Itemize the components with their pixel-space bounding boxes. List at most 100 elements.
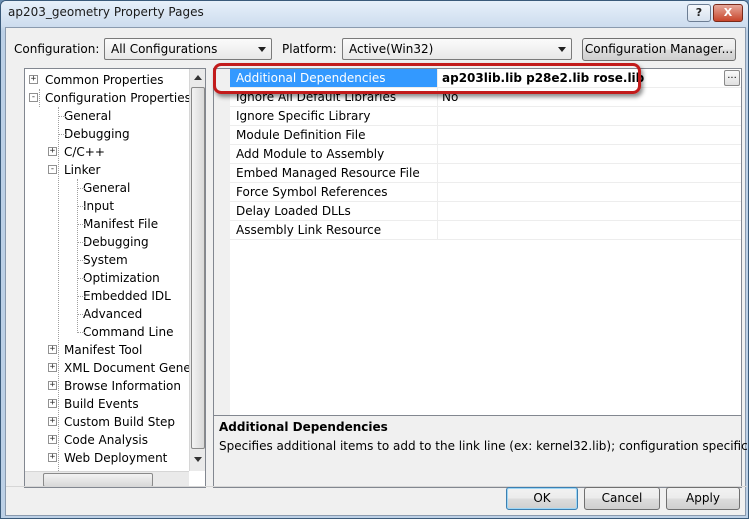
tree-item-label: General bbox=[64, 109, 112, 123]
tree-item-label: Command Line bbox=[83, 325, 174, 339]
tree-item[interactable]: Manifest Tool bbox=[64, 341, 142, 359]
tree-item[interactable]: General bbox=[64, 107, 111, 125]
platform-value: Active(Win32) bbox=[349, 42, 434, 56]
expand-icon[interactable]: + bbox=[48, 399, 57, 408]
tree-guide-line bbox=[77, 179, 78, 331]
tree-item[interactable]: Debugging bbox=[64, 125, 130, 143]
property-name: Embed Managed Resource File bbox=[230, 164, 438, 182]
collapse-icon[interactable]: - bbox=[48, 165, 57, 174]
tree-item[interactable]: Advanced bbox=[83, 305, 142, 323]
help-button[interactable]: ? bbox=[687, 4, 711, 22]
configuration-manager-button[interactable]: Configuration Manager... bbox=[582, 38, 736, 61]
configuration-label: Configuration: bbox=[14, 42, 100, 56]
property-name: Assembly Link Resource bbox=[230, 221, 438, 239]
expand-icon[interactable]: + bbox=[48, 435, 57, 444]
description-text: Specifies additional items to add to the… bbox=[219, 439, 749, 453]
tree-item[interactable]: Web Deployment bbox=[64, 449, 167, 467]
tree-item-label: Common Properties bbox=[45, 73, 164, 87]
tree-guide-line bbox=[77, 314, 85, 315]
cancel-button[interactable]: Cancel bbox=[584, 487, 660, 510]
tree-item[interactable]: Optimization bbox=[83, 269, 160, 287]
tree-guide-line bbox=[77, 206, 85, 207]
tree-item[interactable]: Manifest File bbox=[83, 215, 158, 233]
expand-icon[interactable]: + bbox=[48, 417, 57, 426]
configuration-value: All Configurations bbox=[111, 42, 218, 56]
tree-item[interactable]: XML Document Genera bbox=[64, 359, 203, 377]
tree-guide-line bbox=[77, 278, 85, 279]
platform-label: Platform: bbox=[282, 42, 337, 56]
tree-item[interactable]: Debugging bbox=[83, 233, 149, 251]
tree-item[interactable]: Browse Information bbox=[64, 377, 181, 395]
expand-icon[interactable]: + bbox=[48, 381, 57, 390]
title-bar[interactable]: ap203_geometry Property Pages ? X bbox=[1, 1, 748, 27]
tree-item[interactable]: Command Line bbox=[83, 323, 174, 341]
property-row[interactable]: Add Module to Assembly bbox=[230, 145, 741, 164]
tree-item[interactable]: Configuration Properties bbox=[45, 89, 191, 107]
tree-item-label: Manifest Tool bbox=[64, 343, 143, 357]
scroll-thumb[interactable] bbox=[43, 473, 153, 487]
edit-ellipsis-button[interactable]: ... bbox=[724, 70, 740, 86]
close-button[interactable]: X bbox=[713, 4, 743, 22]
tree-guide-line bbox=[77, 332, 85, 333]
property-name: Ignore Specific Library bbox=[230, 107, 438, 125]
tree-item-label: System bbox=[83, 253, 128, 267]
property-row[interactable]: Ignore Specific Library bbox=[230, 107, 741, 126]
tree-item[interactable]: Common Properties bbox=[45, 71, 164, 89]
apply-button[interactable]: Apply bbox=[666, 487, 740, 510]
tree-item[interactable]: C/C++ bbox=[64, 143, 105, 161]
configuration-dropdown[interactable]: All Configurations bbox=[104, 38, 272, 60]
property-row[interactable]: Module Definition File bbox=[230, 126, 741, 145]
scroll-up-icon[interactable] bbox=[194, 75, 202, 80]
property-row[interactable]: Force Symbol References bbox=[230, 183, 741, 202]
property-row[interactable]: Assembly Link Resource bbox=[230, 221, 741, 240]
property-pages-window: ap203_geometry Property Pages ? X Config… bbox=[0, 0, 749, 519]
property-name: Module Definition File bbox=[230, 126, 438, 144]
tree-vertical-scrollbar[interactable] bbox=[189, 69, 205, 471]
tree-item-label: C/C++ bbox=[64, 145, 105, 159]
description-panel: Additional Dependencies Specifies additi… bbox=[213, 415, 748, 488]
tree-item-label: Optimization bbox=[83, 271, 160, 285]
scroll-down-icon[interactable] bbox=[194, 457, 202, 462]
property-name: Delay Loaded DLLs bbox=[230, 202, 438, 220]
tree-item-label: Manifest File bbox=[83, 217, 159, 231]
tree-item[interactable]: System bbox=[83, 251, 128, 269]
expand-icon[interactable]: + bbox=[48, 345, 57, 354]
tree-item-label: Embedded IDL bbox=[83, 289, 171, 303]
expand-icon[interactable]: + bbox=[29, 75, 38, 84]
tree-guide-line bbox=[39, 89, 40, 107]
tree-item-label: XML Document Genera bbox=[64, 361, 204, 375]
collapse-icon[interactable]: - bbox=[29, 93, 38, 102]
tree-item-label: Linker bbox=[64, 163, 101, 177]
tree-item[interactable]: Custom Build Step bbox=[64, 413, 175, 431]
ok-button[interactable]: OK bbox=[506, 487, 578, 510]
window-title: ap203_geometry Property Pages bbox=[8, 5, 204, 19]
tree-guide-line bbox=[58, 134, 66, 135]
tree-guide-line bbox=[58, 116, 66, 117]
tree-item[interactable]: Input bbox=[83, 197, 114, 215]
tree-item[interactable]: Build Events bbox=[64, 395, 139, 413]
tree-item[interactable]: Code Analysis bbox=[64, 431, 148, 449]
property-tree[interactable]: Common Properties + Configuration Properti… bbox=[24, 68, 206, 488]
tree-item-label: Input bbox=[83, 199, 115, 213]
tree-item-label: Build Events bbox=[64, 397, 139, 411]
expand-icon[interactable]: + bbox=[48, 147, 57, 156]
expand-icon[interactable]: + bbox=[48, 453, 57, 462]
tree-item[interactable]: Linker bbox=[64, 161, 100, 179]
property-name: Force Symbol References bbox=[230, 183, 438, 201]
grid-gutter bbox=[214, 69, 230, 437]
expand-icon[interactable]: + bbox=[48, 363, 57, 372]
property-row[interactable]: Embed Managed Resource File bbox=[230, 164, 741, 183]
tree-item[interactable]: General bbox=[83, 179, 130, 197]
tree-item-label: Web Deployment bbox=[64, 451, 168, 465]
property-row[interactable]: Delay Loaded DLLs bbox=[230, 202, 741, 221]
tree-item[interactable]: Embedded IDL bbox=[83, 287, 171, 305]
scroll-thumb[interactable] bbox=[191, 87, 205, 449]
tree-guide-line bbox=[77, 242, 85, 243]
tree-guide-line bbox=[77, 296, 85, 297]
tree-item-label: Advanced bbox=[83, 307, 143, 321]
platform-dropdown[interactable]: Active(Win32) bbox=[342, 38, 572, 60]
property-name: Add Module to Assembly bbox=[230, 145, 438, 163]
tree-item-label: Browse Information bbox=[64, 379, 181, 393]
property-grid[interactable]: Additional Dependencies ap203lib.lib p28e… bbox=[213, 68, 742, 438]
dialog-client-area: Configuration: All Configurations Platfo… bbox=[5, 27, 748, 516]
